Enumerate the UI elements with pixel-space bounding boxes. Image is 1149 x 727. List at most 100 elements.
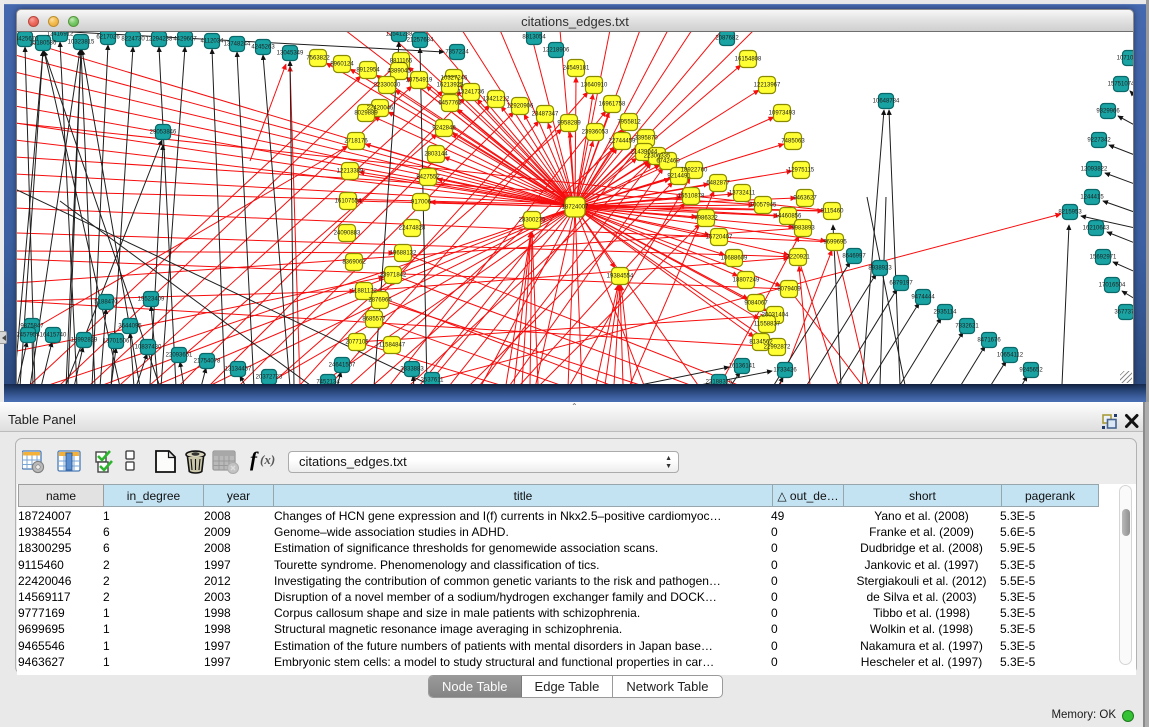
svg-text:10648784: 10648784 bbox=[873, 99, 900, 105]
svg-text:8912954: 8912954 bbox=[356, 68, 380, 74]
svg-text:1733426: 1733426 bbox=[773, 368, 797, 374]
svg-text:6879197: 6879197 bbox=[889, 281, 913, 287]
svg-text:16510878: 16510878 bbox=[678, 194, 705, 200]
svg-text:18807249: 18807249 bbox=[733, 278, 760, 284]
svg-text:3644095: 3644095 bbox=[118, 324, 142, 330]
svg-text:8029889: 8029889 bbox=[354, 111, 378, 117]
svg-text:5188470: 5188470 bbox=[94, 300, 118, 306]
svg-text:1244415: 1244415 bbox=[1080, 195, 1104, 201]
svg-text:13701506: 13701506 bbox=[103, 339, 130, 345]
svg-text:8079409: 8079409 bbox=[777, 287, 801, 293]
svg-text:12975115: 12975115 bbox=[788, 168, 815, 174]
svg-text:2077105: 2077105 bbox=[345, 340, 369, 346]
svg-text:13045349: 13045349 bbox=[277, 51, 304, 57]
svg-text:9242848: 9242848 bbox=[432, 126, 456, 132]
svg-text:10837430: 10837430 bbox=[135, 345, 162, 351]
svg-text:4245263: 4245263 bbox=[251, 45, 275, 51]
svg-text:7955812: 7955812 bbox=[617, 120, 641, 126]
svg-text:917006: 917006 bbox=[411, 200, 432, 206]
svg-text:12093822: 12093822 bbox=[1081, 167, 1108, 173]
svg-text:9474444: 9474444 bbox=[911, 295, 935, 301]
svg-text:9245652: 9245652 bbox=[1019, 368, 1043, 374]
svg-text:13640910: 13640910 bbox=[581, 83, 608, 89]
svg-text:8646997: 8646997 bbox=[842, 254, 866, 260]
svg-text:8813054: 8813054 bbox=[522, 35, 546, 41]
svg-text:9699695: 9699695 bbox=[823, 240, 847, 246]
svg-text:7563822: 7563822 bbox=[306, 56, 330, 62]
svg-text:7452134: 7452134 bbox=[316, 380, 340, 385]
svg-text:16213925: 16213925 bbox=[437, 83, 464, 89]
svg-text:3395870: 3395870 bbox=[634, 136, 658, 142]
svg-text:8685577: 8685577 bbox=[362, 317, 386, 323]
svg-text:2718176: 2718176 bbox=[344, 139, 368, 145]
svg-text:13732411: 13732411 bbox=[729, 191, 756, 197]
svg-text:9463627: 9463627 bbox=[793, 196, 817, 202]
svg-text:12920906: 12920906 bbox=[507, 104, 534, 110]
svg-text:9958289: 9958289 bbox=[557, 121, 581, 127]
svg-text:8471676: 8471676 bbox=[977, 338, 1001, 344]
svg-text:4429607: 4429607 bbox=[173, 37, 197, 43]
svg-text:2876966: 2876966 bbox=[368, 298, 392, 304]
svg-text:23188315: 23188315 bbox=[706, 380, 733, 385]
svg-text:15720407: 15720407 bbox=[706, 235, 733, 241]
svg-text:6457765: 6457765 bbox=[438, 101, 462, 107]
svg-text:15751074: 15751074 bbox=[1108, 82, 1134, 88]
svg-text:16210643: 16210643 bbox=[1083, 226, 1110, 232]
svg-text:22093651: 22093651 bbox=[166, 353, 193, 359]
svg-text:4389045: 4389045 bbox=[387, 69, 411, 75]
svg-text:2537611: 2537611 bbox=[421, 378, 445, 384]
svg-text:4112034: 4112034 bbox=[201, 39, 225, 45]
svg-text:18724007: 18724007 bbox=[562, 205, 589, 211]
svg-text:3333883: 3333883 bbox=[400, 367, 424, 373]
svg-text:24549181: 24549181 bbox=[563, 66, 590, 72]
svg-text:9115460: 9115460 bbox=[821, 209, 845, 215]
svg-text:22744459: 22744459 bbox=[609, 139, 636, 145]
svg-text:7485063: 7485063 bbox=[781, 139, 805, 145]
svg-text:19688132: 19688132 bbox=[390, 251, 417, 257]
svg-text:12294238: 12294238 bbox=[146, 37, 173, 43]
svg-text:16961758: 16961758 bbox=[599, 102, 626, 108]
svg-text:2457954: 2457954 bbox=[17, 333, 40, 339]
svg-text:20031404: 20031404 bbox=[762, 313, 789, 319]
svg-text:9983893: 9983893 bbox=[791, 226, 815, 232]
svg-text:10654112: 10654112 bbox=[997, 353, 1024, 359]
svg-text:22474828: 22474828 bbox=[399, 226, 426, 232]
svg-text:21754078: 21754078 bbox=[194, 359, 221, 365]
svg-text:22992872: 22992872 bbox=[764, 345, 791, 351]
svg-text:23971842: 23971842 bbox=[380, 273, 407, 279]
svg-text:12416912: 12416912 bbox=[47, 32, 74, 38]
svg-text:9875847: 9875847 bbox=[20, 324, 44, 330]
svg-text:28300275: 28300275 bbox=[519, 218, 546, 224]
svg-text:10323815: 10323815 bbox=[68, 40, 95, 46]
svg-text:2935114: 2935114 bbox=[934, 310, 958, 316]
svg-text:3220921: 3220921 bbox=[786, 255, 810, 261]
svg-text:15692971: 15692971 bbox=[1090, 255, 1117, 261]
svg-text:18992829: 18992829 bbox=[71, 338, 98, 344]
svg-text:8427552: 8427552 bbox=[416, 175, 440, 181]
svg-text:13134457: 13134457 bbox=[225, 367, 252, 373]
svg-text:6482877: 6482877 bbox=[706, 181, 730, 187]
svg-text:2803144: 2803144 bbox=[424, 152, 448, 158]
svg-text:13421212: 13421212 bbox=[483, 97, 510, 103]
svg-text:11881122: 11881122 bbox=[351, 289, 377, 295]
svg-text:14460856: 14460856 bbox=[775, 214, 802, 220]
svg-text:19523409: 19523409 bbox=[138, 297, 165, 303]
svg-text:6742460: 6742460 bbox=[656, 159, 680, 165]
svg-text:12213389: 12213389 bbox=[337, 169, 364, 175]
svg-text:22330030: 22330030 bbox=[374, 83, 401, 89]
svg-text:15180586: 15180586 bbox=[30, 41, 57, 47]
svg-text:16415740: 16415740 bbox=[40, 333, 67, 339]
svg-text:3677374: 3677374 bbox=[1114, 310, 1134, 316]
svg-text:23487347: 23487347 bbox=[532, 112, 559, 118]
svg-text:10688609: 10688609 bbox=[721, 256, 748, 262]
svg-text:8960124: 8960124 bbox=[330, 62, 354, 68]
svg-text:7357224: 7357224 bbox=[445, 50, 469, 56]
svg-text:10057945: 10057945 bbox=[750, 203, 777, 209]
svg-text:17016504: 17016504 bbox=[1099, 283, 1126, 289]
svg-text:9214491: 9214491 bbox=[667, 174, 691, 180]
svg-text:8938923: 8938923 bbox=[868, 266, 892, 272]
svg-text:9227342: 9227342 bbox=[1087, 138, 1111, 144]
svg-text:9084067: 9084067 bbox=[744, 301, 768, 307]
svg-text:8811165: 8811165 bbox=[390, 59, 413, 65]
svg-text:10973493: 10973493 bbox=[769, 111, 796, 117]
